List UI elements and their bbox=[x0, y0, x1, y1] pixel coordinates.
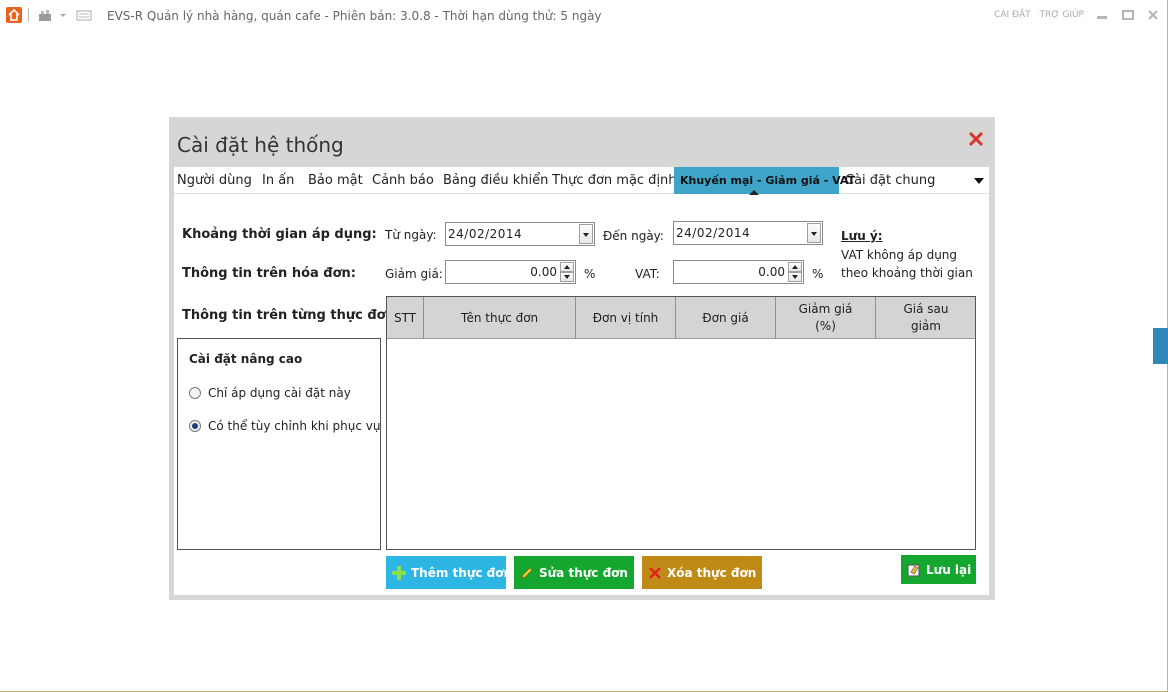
from-date-value: 24/02/2014 bbox=[448, 227, 523, 241]
dialog-close-icon[interactable] bbox=[967, 130, 985, 148]
discount-unit: % bbox=[584, 267, 596, 281]
delete-menu-button[interactable]: Xóa thực đơn bbox=[642, 556, 762, 589]
save-notebook-icon bbox=[906, 562, 922, 578]
advanced-settings-title: Cài đặt nâng cao bbox=[189, 352, 303, 366]
delete-x-icon bbox=[647, 565, 663, 581]
tab-promotion-label: Khuyến mại - Giảm giá - VAT bbox=[680, 174, 856, 187]
col-price[interactable]: Đơn giá bbox=[676, 297, 776, 339]
tab-dashboard[interactable]: Bảng điều khiển bbox=[443, 167, 548, 194]
active-tab-caret-icon bbox=[749, 190, 759, 195]
plus-icon bbox=[391, 565, 407, 581]
option-apply-only-label: Chỉ áp dụng cài đặt này bbox=[208, 386, 351, 400]
add-menu-button[interactable]: Thêm thực đơn bbox=[386, 556, 512, 589]
vat-label: VAT: bbox=[635, 267, 660, 281]
menu-discount-table[interactable]: STT Tên thực đơn Đơn vị tính Đơn giá Giả… bbox=[386, 296, 976, 550]
note-text: VAT không áp dụng theo khoảng thời gian bbox=[841, 248, 973, 280]
delete-menu-label: Xóa thực đơn bbox=[667, 565, 757, 580]
to-date-picker[interactable]: 24/02/2014 bbox=[673, 221, 823, 245]
vat-increase-icon[interactable] bbox=[788, 262, 802, 272]
from-date-picker[interactable]: 24/02/2014 bbox=[445, 222, 595, 246]
tabs-overflow-chevron-icon[interactable] bbox=[974, 178, 984, 184]
option-customizable[interactable]: Có thể tùy chỉnh khi phục vụ bbox=[189, 419, 380, 433]
to-date-label: Đến ngày: bbox=[603, 229, 664, 243]
vat-decrease-icon[interactable] bbox=[788, 272, 802, 282]
app-title: EVS-R Quản lý nhà hàng, quán cafe - Phiê… bbox=[107, 9, 602, 23]
discount-value: 0.00 bbox=[530, 265, 557, 279]
tab-default-menu[interactable]: Thực đơn mặc định bbox=[552, 167, 677, 194]
dialog-title: Cài đặt hệ thống bbox=[177, 133, 344, 157]
settings-dialog: Cài đặt hệ thống Người dùng In ấn Bảo mậ… bbox=[169, 117, 995, 600]
to-date-dropdown-icon[interactable] bbox=[807, 223, 821, 243]
save-button[interactable]: Lưu lại bbox=[901, 555, 976, 584]
settings-link[interactable]: CÀI ĐẶT bbox=[994, 10, 1031, 20]
option-customizable-label: Có thể tùy chỉnh khi phục vụ bbox=[208, 419, 381, 433]
discount-input[interactable]: 0.00 bbox=[445, 260, 576, 284]
add-menu-label: Thêm thực đơn bbox=[411, 565, 513, 580]
help-link[interactable]: TRỢ GIÚP bbox=[1040, 10, 1084, 20]
edit-menu-button[interactable]: Sửa thực đơn bbox=[514, 556, 634, 589]
advanced-settings-group: Cài đặt nâng cao Chỉ áp dụng cài đặt này… bbox=[177, 338, 381, 550]
title-bar: EVS-R Quản lý nhà hàng, quán cafe - Phiê… bbox=[0, 0, 1168, 34]
tab-users[interactable]: Người dùng bbox=[177, 167, 252, 194]
to-date-value: 24/02/2014 bbox=[676, 226, 751, 240]
vat-value: 0.00 bbox=[758, 265, 785, 279]
tab-bar: Người dùng In ấn Bảo mật Cảnh báo Bảng đ… bbox=[174, 167, 989, 195]
col-stt[interactable]: STT bbox=[387, 297, 424, 339]
period-label: Khoảng thời gian áp dụng: bbox=[182, 227, 377, 242]
divider bbox=[28, 8, 29, 22]
maximize-icon[interactable] bbox=[1122, 9, 1134, 21]
vat-input[interactable]: 0.00 bbox=[673, 260, 804, 284]
col-discount-percent[interactable]: Giảm giá (%) bbox=[776, 297, 876, 339]
dialog-body: Người dùng In ấn Bảo mật Cảnh báo Bảng đ… bbox=[174, 167, 989, 595]
discount-increase-icon[interactable] bbox=[560, 262, 574, 272]
header-links: CÀI ĐẶT TRỢ GIÚP bbox=[988, 10, 1084, 20]
col-menu-name[interactable]: Tên thực đơn bbox=[424, 297, 576, 339]
side-panel-handle[interactable] bbox=[1153, 328, 1168, 364]
discount-decrease-icon[interactable] bbox=[560, 272, 574, 282]
tab-general-settings[interactable]: Cài đặt chung bbox=[845, 167, 935, 194]
vat-unit: % bbox=[812, 267, 824, 281]
home-icon[interactable] bbox=[6, 7, 22, 23]
invoice-info-label: Thông tin trên hóa đơn: bbox=[182, 266, 356, 281]
edit-menu-label: Sửa thực đơn bbox=[539, 565, 628, 580]
tab-promotion-discount-vat[interactable]: Khuyến mại - Giảm giá - VAT bbox=[674, 167, 855, 195]
keyboard-icon[interactable] bbox=[76, 7, 92, 23]
minimize-icon[interactable] bbox=[1096, 9, 1108, 21]
tab-security[interactable]: Bảo mật bbox=[308, 167, 363, 194]
app-window: EVS-R Quản lý nhà hàng, quán cafe - Phiê… bbox=[0, 0, 1168, 692]
from-date-label: Từ ngày: bbox=[385, 228, 437, 242]
from-date-dropdown-icon[interactable] bbox=[579, 224, 593, 244]
discount-label: Giảm giá: bbox=[385, 267, 443, 281]
option-apply-only[interactable]: Chỉ áp dụng cài đặt này bbox=[189, 386, 351, 400]
col-unit[interactable]: Đơn vị tính bbox=[576, 297, 676, 339]
dropdown-arrow-icon[interactable] bbox=[58, 7, 74, 23]
note-title: Lưu ý: bbox=[841, 229, 883, 243]
menu-info-label: Thông tin trên từng thực đơn: bbox=[182, 308, 401, 323]
radio-apply-only[interactable] bbox=[189, 387, 201, 399]
table-header: STT Tên thực đơn Đơn vị tính Đơn giá Giả… bbox=[387, 297, 975, 339]
col-price-after-discount[interactable]: Giá sau giảm bbox=[876, 297, 976, 339]
restaurant-icon[interactable] bbox=[37, 7, 53, 23]
close-icon[interactable] bbox=[1147, 9, 1159, 21]
tab-printing[interactable]: In ấn bbox=[262, 167, 294, 194]
radio-customizable[interactable] bbox=[189, 420, 201, 432]
save-label: Lưu lại bbox=[926, 562, 972, 577]
tab-alerts[interactable]: Cảnh báo bbox=[372, 167, 434, 194]
pencil-icon bbox=[519, 565, 535, 581]
